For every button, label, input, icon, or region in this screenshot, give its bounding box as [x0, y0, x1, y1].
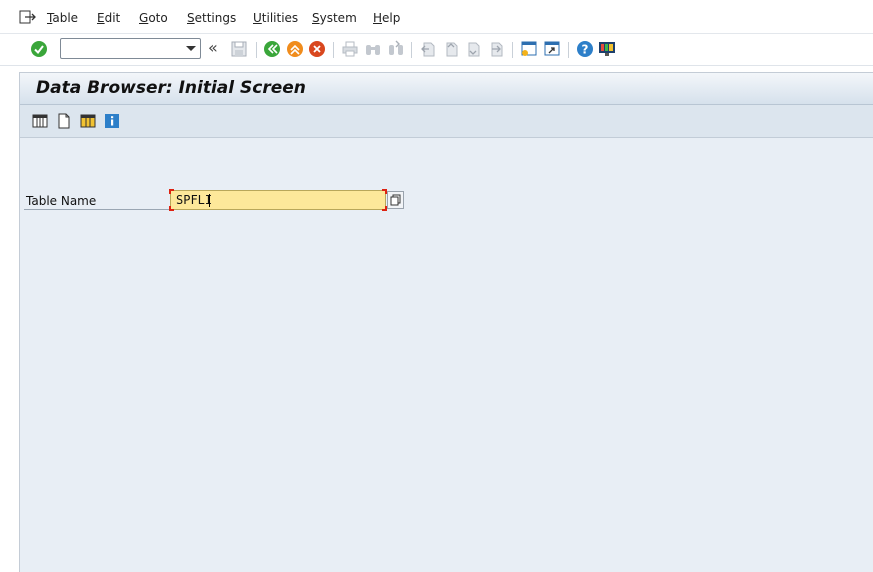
toolbar-separator	[512, 42, 513, 58]
value-help-button[interactable]	[387, 191, 404, 209]
menu-settings[interactable]: Settings	[187, 11, 236, 25]
menu-bar: Table Edit Goto Settings Utilities Syste…	[0, 0, 873, 34]
exit-icon[interactable]	[286, 40, 304, 58]
enter-checkmark-icon[interactable]	[30, 40, 48, 58]
menu-system[interactable]: System	[312, 11, 357, 25]
page-title: Data Browser: Initial Screen	[36, 78, 306, 98]
save-icon[interactable]	[230, 40, 248, 58]
table-name-label: Table Name	[26, 194, 97, 208]
find-icon[interactable]	[364, 40, 382, 58]
find-next-icon[interactable]	[387, 40, 405, 58]
toolbar-separator	[256, 42, 257, 58]
text-cursor	[209, 194, 210, 207]
toolbar-separator	[411, 42, 412, 58]
info-icon[interactable]	[104, 113, 120, 129]
command-input[interactable]	[63, 40, 181, 57]
create-session-icon[interactable]	[520, 40, 538, 58]
required-marker	[169, 189, 174, 194]
table-name-field[interactable]	[169, 189, 387, 211]
required-marker	[169, 206, 174, 211]
next-page-icon[interactable]	[464, 40, 482, 58]
last-page-icon[interactable]	[487, 40, 505, 58]
table-contents-icon[interactable]	[32, 113, 48, 129]
value-help-icon	[390, 194, 401, 206]
menu-goto[interactable]: Goto	[139, 11, 168, 25]
menu-edit[interactable]: Edit	[97, 11, 120, 25]
chevron-down-icon[interactable]	[186, 46, 196, 51]
system-toolbar: « ?	[0, 34, 873, 66]
menu-table[interactable]: Table	[47, 11, 78, 25]
previous-page-icon[interactable]	[442, 40, 460, 58]
command-field[interactable]	[60, 38, 201, 59]
toolbar-separator	[333, 42, 334, 58]
customize-layout-icon[interactable]	[598, 40, 616, 58]
back-icon[interactable]	[263, 40, 281, 58]
new-entries-icon[interactable]	[56, 113, 72, 129]
cancel-icon[interactable]	[308, 40, 326, 58]
menu-help[interactable]: Help	[373, 11, 400, 25]
table-name-input[interactable]	[174, 191, 382, 209]
main-screen-area: Data Browser: Initial Screen Table Name	[19, 72, 873, 572]
command-field-collapse-icon[interactable]: «	[208, 38, 218, 57]
table-fields-icon[interactable]	[80, 113, 96, 129]
print-icon[interactable]	[341, 40, 359, 58]
create-shortcut-icon[interactable]	[543, 40, 561, 58]
menu-exit-icon[interactable]	[19, 10, 36, 24]
screen-title-bar: Data Browser: Initial Screen	[20, 73, 873, 105]
svg-text:?: ?	[582, 43, 589, 57]
help-icon[interactable]: ?	[576, 40, 594, 58]
first-page-icon[interactable]	[419, 40, 437, 58]
toolbar-separator	[568, 42, 569, 58]
menu-utilities[interactable]: Utilities	[253, 11, 298, 25]
label-underline	[24, 209, 170, 210]
application-toolbar	[20, 105, 873, 138]
